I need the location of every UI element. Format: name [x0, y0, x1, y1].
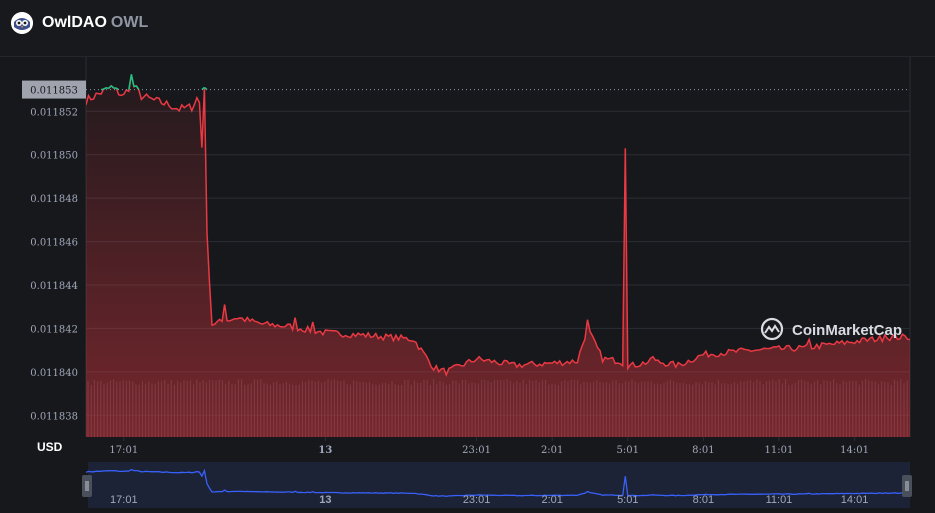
x-tick-label: 14:01 [840, 445, 869, 456]
x-tick-label: 11:01 [765, 445, 794, 456]
y-tick-label: 0.011850 [30, 151, 78, 162]
price-line-up [100, 74, 208, 91]
y-tick-label: 0.011842 [30, 324, 78, 335]
navigator-x-tick-label: 14:01 [841, 494, 869, 506]
y-tick-label: 0.011844 [30, 281, 78, 292]
y-tick-label: 0.011846 [30, 238, 78, 249]
navigator-x-tick-label: 2:01 [541, 494, 562, 506]
navigator-right-handle[interactable] [902, 475, 912, 497]
watermark-text: CoinMarketCap [792, 322, 902, 339]
current-price-badge: 0.011853 [22, 80, 86, 99]
x-tick-label: 23:01 [462, 445, 491, 456]
y-tick-label: 0.011838 [30, 411, 78, 422]
x-axis: 17:01 13 23:01 2:01 5:01 8:01 11:01 14:01 [109, 437, 869, 456]
navigator-left-handle[interactable] [82, 475, 92, 497]
currency-label: USD [37, 440, 63, 454]
x-tick-label: 17:01 [109, 445, 138, 456]
navigator-x-tick-label: 13 [319, 494, 331, 506]
price-area [86, 74, 910, 437]
y-tick-label: 0.011852 [30, 107, 78, 118]
coin-title: OwlDAO OWL [42, 14, 148, 32]
navigator-x-tick-label: 5:01 [617, 494, 638, 506]
navigator-x-tick-label: 17:01 [110, 494, 138, 506]
current-price-label: 0.011853 [30, 86, 78, 97]
chart-header: OwlDAO OWL [0, 0, 935, 57]
x-tick-label: 8:01 [692, 445, 714, 456]
x-tick-label: 13 [318, 445, 332, 456]
navigator-x-tick-label: 8:01 [693, 494, 714, 506]
price-chart[interactable]: 0.011852 0.011850 0.011848 0.011846 0.011844… [0, 57, 935, 513]
y-tick-label: 0.011840 [30, 368, 78, 379]
coin-symbol: OWL [110, 14, 149, 31]
navigator-x-tick-label: 23:01 [463, 494, 491, 506]
x-tick-label: 5:01 [617, 445, 639, 456]
coinmarketcap-watermark: CoinMarketCap [760, 317, 902, 341]
owl-logo-icon [11, 12, 33, 34]
x-tick-label: 2:01 [541, 445, 563, 456]
y-axis: 0.011852 0.011850 0.011848 0.011846 0.011844… [30, 107, 78, 422]
y-tick-label: 0.011848 [30, 194, 78, 205]
navigator-x-tick-label: 11:01 [766, 494, 793, 506]
coin-name: OwlDAO [42, 14, 107, 31]
range-navigator[interactable]: 17:01 13 23:01 2:01 5:01 8:01 11:01 14:01 [82, 462, 912, 508]
